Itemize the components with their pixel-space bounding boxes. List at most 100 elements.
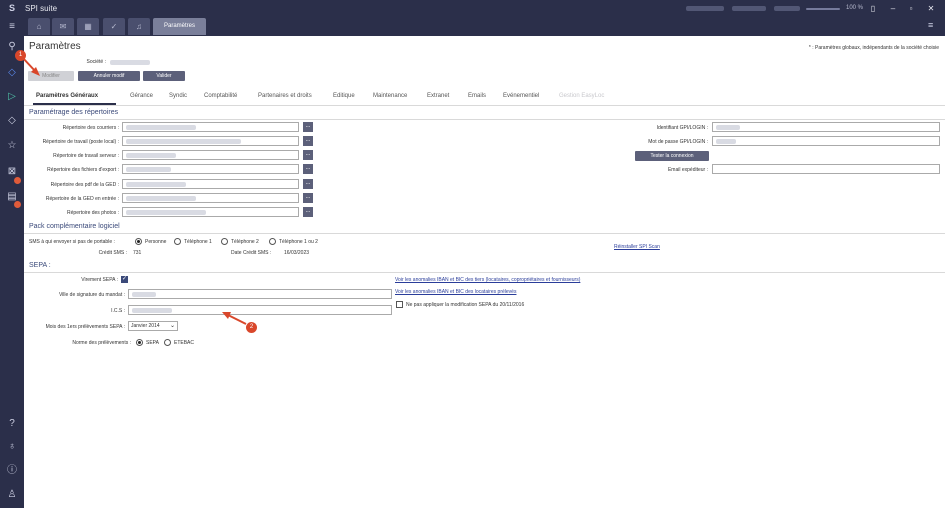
blurred-value xyxy=(126,139,241,144)
field-label: Répertoire de la GED en entrée : xyxy=(45,196,119,202)
tab-emails[interactable]: Emails xyxy=(468,93,486,99)
annotation-marker-2: 2 xyxy=(246,322,257,333)
arrow-left-icon[interactable]: ◇ xyxy=(4,66,20,80)
repertoire-local-input[interactable] xyxy=(122,136,299,146)
zoom-slider[interactable] xyxy=(806,8,840,10)
mois-prelevements-select[interactable]: Janvier 2014 ⌄ xyxy=(128,321,178,331)
no-apply-sepa-checkbox[interactable] xyxy=(396,301,403,308)
tab-parametres[interactable]: Paramètres xyxy=(153,18,206,35)
mail-icon[interactable]: ✉ xyxy=(52,18,74,35)
radio-label: ETEBAC xyxy=(174,340,195,346)
credit-sms-label: Crédit SMS : xyxy=(98,250,127,256)
help-icon[interactable]: ? xyxy=(4,417,20,431)
browse-button[interactable]: ... xyxy=(303,136,313,146)
field-label: Répertoire des courriers : xyxy=(62,125,119,131)
radio-personne[interactable] xyxy=(135,238,142,245)
tab-syndic[interactable]: Syndic xyxy=(169,93,187,99)
repertoire-pdf-ged-input[interactable] xyxy=(122,179,299,189)
browse-button[interactable]: ... xyxy=(303,150,313,160)
field-label: Répertoire de travail serveur : xyxy=(53,153,119,159)
radio-label: Personne xyxy=(145,239,167,245)
ville-label: Ville de signature du mandat : xyxy=(58,292,125,298)
repertoire-photos-input[interactable] xyxy=(122,207,299,217)
email-expediteur-input[interactable] xyxy=(712,164,940,174)
status-info-blurred xyxy=(732,6,766,11)
ics-label: I.C.S : xyxy=(111,308,125,314)
motdepasse-gpi-input[interactable] xyxy=(712,136,940,146)
anomalies-locataires-link[interactable]: Voir les anomalies IBAN et BIC des locat… xyxy=(395,289,516,295)
home-icon[interactable]: ⌂ xyxy=(28,18,50,35)
tab-evenementiel[interactable]: Evénementiel xyxy=(503,93,539,99)
radio-telephone-1[interactable] xyxy=(174,238,181,245)
tester-connexion-button[interactable]: Tester la connexion xyxy=(635,151,709,161)
identifiant-gpi-input[interactable] xyxy=(712,122,940,132)
blurred-value xyxy=(126,210,206,215)
star-icon[interactable]: ☆ xyxy=(4,139,20,153)
document-icon[interactable]: ▯ xyxy=(866,3,880,14)
user-icon[interactable]: ♙ xyxy=(4,488,20,502)
browse-button[interactable]: ... xyxy=(303,193,313,203)
tab-parametres-generaux[interactable]: Paramètres Généraux xyxy=(36,93,98,99)
check-icon[interactable]: ✓ xyxy=(103,18,125,35)
blurred-value xyxy=(132,308,172,313)
repertoire-serveur-input[interactable] xyxy=(122,150,299,160)
tab-editique[interactable]: Editique xyxy=(333,93,355,99)
tab-gerance[interactable]: Gérance xyxy=(130,93,153,99)
anomalies-tiers-link[interactable]: Voir les anomalies IBAN et BIC des tiers… xyxy=(395,277,580,283)
tab-comptabilite[interactable]: Comptabilité xyxy=(204,93,237,99)
menu-icon[interactable]: ≡ xyxy=(928,20,933,30)
notification-badge xyxy=(14,177,21,184)
field-label: Répertoire des fichiers d'export : xyxy=(47,167,119,173)
identifiant-gpi-label: Identifiant GPI/LOGIN : xyxy=(656,125,708,131)
close-icon[interactable]: ✕ xyxy=(924,3,938,14)
ics-input[interactable] xyxy=(128,305,392,315)
browse-button[interactable]: ... xyxy=(303,207,313,217)
bell-icon[interactable]: ♫ xyxy=(128,18,150,35)
bulb-icon[interactable]: ♁ xyxy=(4,440,20,454)
sms-label: SMS à qui envoyer si pas de portable : xyxy=(29,239,115,245)
radio-label: Téléphone 2 xyxy=(231,239,259,245)
repertoire-courriers-input[interactable] xyxy=(122,122,299,132)
virement-sepa-label: Virement SEPA : xyxy=(81,277,118,283)
browse-button[interactable]: ... xyxy=(303,179,313,189)
repertoire-export-input[interactable] xyxy=(122,164,299,174)
valider-button[interactable]: Valider xyxy=(143,71,185,81)
ville-signature-input[interactable] xyxy=(128,289,392,299)
radio-telephone-1-ou-2[interactable] xyxy=(269,238,276,245)
divider xyxy=(24,233,945,234)
hamburger-icon[interactable]: ≡ xyxy=(4,20,20,34)
blurred-value xyxy=(126,125,196,130)
global-params-note: * : Paramètres globaux, indépendants de … xyxy=(808,45,939,51)
tab-maintenance[interactable]: Maintenance xyxy=(373,93,407,99)
section-sepa: SEPA : xyxy=(29,262,51,269)
browse-button[interactable]: ... xyxy=(303,122,313,132)
mois-prelevements-value: Janvier 2014 xyxy=(131,323,160,329)
info-icon[interactable]: ⓘ xyxy=(4,464,20,478)
divider xyxy=(24,105,945,106)
tab-partenaires[interactable]: Partenaires et droits xyxy=(258,93,312,99)
browse-button[interactable]: ... xyxy=(303,164,313,174)
diamond-icon[interactable]: ◇ xyxy=(4,114,20,128)
annuler-button[interactable]: Annuler modif xyxy=(78,71,140,81)
calendar-icon[interactable]: ▦ xyxy=(77,18,99,35)
minimize-icon[interactable]: – xyxy=(886,3,900,14)
modifier-button[interactable]: Modifier xyxy=(28,71,74,81)
credit-sms-value: 731 xyxy=(133,250,142,256)
chevron-down-icon: ⌄ xyxy=(169,323,175,329)
divider xyxy=(24,272,945,273)
repertoire-ged-entree-input[interactable] xyxy=(122,193,299,203)
reinstaller-spi-scan-link[interactable]: Réinstaller SPI Scan xyxy=(614,244,660,250)
section-repertoires: Paramétrage des répertoires xyxy=(29,109,119,116)
tab-extranet[interactable]: Extranet xyxy=(427,93,449,99)
norme-prelevements-label: Norme des prélèvements : xyxy=(72,340,131,346)
radio-telephone-2[interactable] xyxy=(221,238,228,245)
radio-etebac[interactable] xyxy=(164,339,171,346)
radio-sepa[interactable] xyxy=(136,339,143,346)
virement-sepa-checkbox[interactable] xyxy=(121,275,128,283)
blurred-value xyxy=(126,182,186,187)
radio-label: Téléphone 1 xyxy=(184,239,212,245)
blurred-value xyxy=(716,125,740,130)
societe-value-blurred xyxy=(110,60,150,65)
maximize-icon[interactable]: ▫ xyxy=(904,3,918,14)
arrow-right-icon[interactable]: ▷ xyxy=(4,90,20,104)
